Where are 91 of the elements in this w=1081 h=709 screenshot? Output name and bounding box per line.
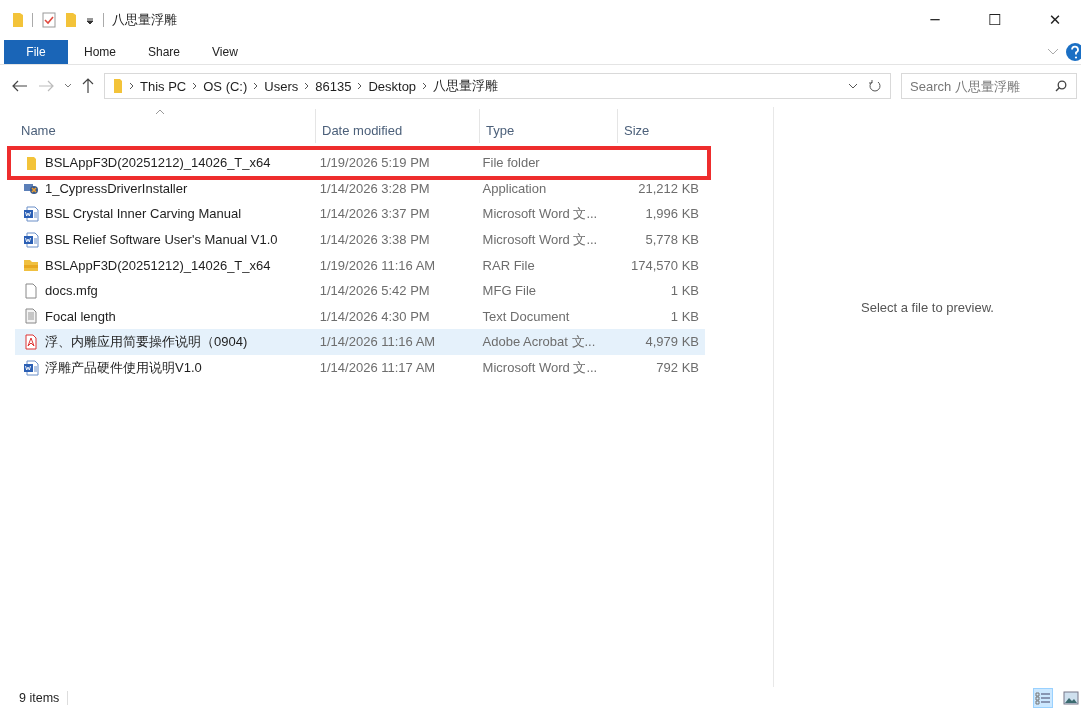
file-name: 1_CypressDriverInstaller xyxy=(45,180,188,196)
back-icon[interactable] xyxy=(12,80,28,92)
sort-icon xyxy=(155,109,165,114)
archive-icon xyxy=(23,257,39,274)
file-row[interactable]: BSLAppF3D(20251212)_14026_T_x64 1/19/2026 11:16 AM RAR File 174,570 KB xyxy=(15,252,705,278)
file-row[interactable]: BSL Relief Software User's Manual V1.0 1/14/2026 3:38 PM Microsoft Word 文... 5,778 KB xyxy=(15,226,705,253)
word-document-icon xyxy=(23,231,39,248)
file-icon xyxy=(23,282,39,299)
minimize-button[interactable]: ─ xyxy=(909,0,961,40)
close-button[interactable]: ✕ xyxy=(1029,0,1081,40)
word-document-icon xyxy=(23,206,39,222)
table-cell-text: Application xyxy=(481,180,548,196)
chevron-icon[interactable] xyxy=(253,82,259,90)
window-title: 八思量浮雕 xyxy=(112,11,177,29)
dropdown-icon[interactable] xyxy=(848,82,858,90)
file-row[interactable]: 1_CypressDriverInstaller 1/14/2026 3:28 PM Application 21,212 KB xyxy=(15,175,705,202)
table-cell-text: 1/19/2026 11:16 AM xyxy=(318,257,437,273)
breadcrumb[interactable]: Desktop xyxy=(368,78,417,94)
file-name: BSLAppF3D(20251212)_14026_T_x64 xyxy=(45,257,271,273)
chevron-icon[interactable] xyxy=(129,82,134,90)
ribbon-tab[interactable]: View xyxy=(196,40,254,64)
file-row[interactable]: BSL Crystal Inner Carving Manual 1/14/2026 3:37 PM Microsoft Word 文... 1,996 KB xyxy=(15,201,705,227)
ribbon-tab[interactable]: Home xyxy=(68,40,132,64)
maximize-button[interactable]: ☐ xyxy=(969,0,1021,40)
file-name: docs.mfg xyxy=(45,283,98,299)
table-cell: 1 KB xyxy=(670,283,699,299)
word-document-icon xyxy=(23,359,39,376)
file-name: 浮、内雕应用简要操作说明（0904) xyxy=(45,332,248,351)
column-header[interactable]: Size xyxy=(618,109,710,143)
table-cell-text: 1/19/2026 5:19 PM xyxy=(318,155,431,171)
help-icon[interactable] xyxy=(1065,42,1081,62)
search-field[interactable]: Search 八思量浮雕 xyxy=(901,73,1077,99)
file-name: BSLAppF3D(20251212)_14026_T_x64 xyxy=(45,155,271,171)
table-cell-text: 1/14/2026 5:42 PM xyxy=(318,283,431,299)
large-icons-view-button[interactable] xyxy=(1061,688,1081,708)
table-cell-text: Adobe Acrobat 文... xyxy=(481,332,597,351)
breadcrumb[interactable]: 八思量浮雕 xyxy=(433,77,499,95)
refresh-icon[interactable] xyxy=(868,79,882,93)
breadcrumb[interactable]: OS (C:) xyxy=(203,78,248,94)
dropdown-icon[interactable] xyxy=(85,15,95,25)
file-row[interactable]: 浮、内雕应用简要操作说明（0904) 1/14/2026 11:16 AM Adobe Acrobat 文... 4,979 KB xyxy=(15,329,705,355)
table-cell-text: 1/14/2026 3:28 PM xyxy=(318,180,431,196)
chevron-icon[interactable] xyxy=(192,82,198,90)
address-bar[interactable]: This PC OS (C:) Users 86135 Desktop 八思量浮雕 xyxy=(104,73,891,99)
chevron-icon[interactable] xyxy=(422,82,428,90)
folder-icon xyxy=(113,78,123,94)
table-cell: 4,979 KB xyxy=(645,334,699,350)
chevron-icon[interactable] xyxy=(357,82,363,90)
file-name: BSL Relief Software User's Manual V1.0 xyxy=(45,232,278,248)
table-cell-text: 1/14/2026 4:30 PM xyxy=(318,308,431,324)
table-cell-text: Text Document xyxy=(481,308,571,324)
file-name: Focal length xyxy=(45,308,116,324)
table-cell: 1,996 KB xyxy=(645,206,699,222)
ribbon-tab[interactable]: File xyxy=(4,40,68,64)
pdf-icon xyxy=(23,333,39,350)
table-cell-text: File folder xyxy=(481,155,541,171)
item-count: 9 items xyxy=(19,691,60,705)
properties-icon[interactable] xyxy=(41,12,57,28)
file-row[interactable]: 浮雕产品硬件使用说明V1.0 1/14/2026 11:17 AM Microsoft Word 文... 792 KB xyxy=(15,354,705,381)
table-cell: 174,570 KB xyxy=(631,257,699,273)
chevron-icon[interactable] xyxy=(304,82,310,90)
table-cell-text: 1/14/2026 3:37 PM xyxy=(318,206,431,222)
ribbon-tab[interactable]: Share xyxy=(132,40,197,64)
table-cell-text: 1/14/2026 11:17 AM xyxy=(318,360,437,376)
breadcrumb[interactable]: Users xyxy=(264,78,299,94)
table-cell-text: Microsoft Word 文... xyxy=(481,358,599,377)
text-file-icon xyxy=(23,308,39,325)
up-icon[interactable] xyxy=(82,78,94,94)
table-cell: 5,778 KB xyxy=(645,232,699,248)
file-row[interactable]: Focal length 1/14/2026 4:30 PM Text Document 1 KB xyxy=(15,303,705,330)
recent-dropdown-icon[interactable] xyxy=(64,83,72,89)
table-cell-text: 1/14/2026 11:16 AM xyxy=(318,334,437,350)
table-cell-text: MFG File xyxy=(481,283,538,299)
column-header[interactable]: Date modified xyxy=(316,109,480,143)
column-header[interactable]: Type xyxy=(480,109,618,143)
table-cell-text: Microsoft Word 文... xyxy=(481,205,599,223)
file-name: BSL Crystal Inner Carving Manual xyxy=(45,206,242,222)
table-cell: 21,212 KB xyxy=(638,180,699,196)
file-row[interactable]: docs.mfg 1/14/2026 5:42 PM MFG File 1 KB xyxy=(15,277,705,304)
table-cell: 792 KB xyxy=(656,360,699,376)
file-row[interactable]: BSLAppF3D(20251212)_14026_T_x64 1/19/2026 5:19 PM File folder xyxy=(15,150,705,176)
search-icon xyxy=(1055,80,1067,92)
table-cell-text: RAR File xyxy=(481,257,536,273)
table-cell-text: 1/14/2026 3:38 PM xyxy=(318,232,431,248)
breadcrumb[interactable]: 86135 xyxy=(315,78,352,94)
breadcrumb[interactable]: This PC xyxy=(140,78,187,94)
table-cell-text: Microsoft Word 文... xyxy=(481,230,599,249)
file-name: 浮雕产品硬件使用说明V1.0 xyxy=(45,358,202,377)
table-cell: 1 KB xyxy=(670,308,699,324)
preview-message: Select a file to preview. xyxy=(861,299,994,315)
column-header[interactable]: Name xyxy=(15,109,316,143)
